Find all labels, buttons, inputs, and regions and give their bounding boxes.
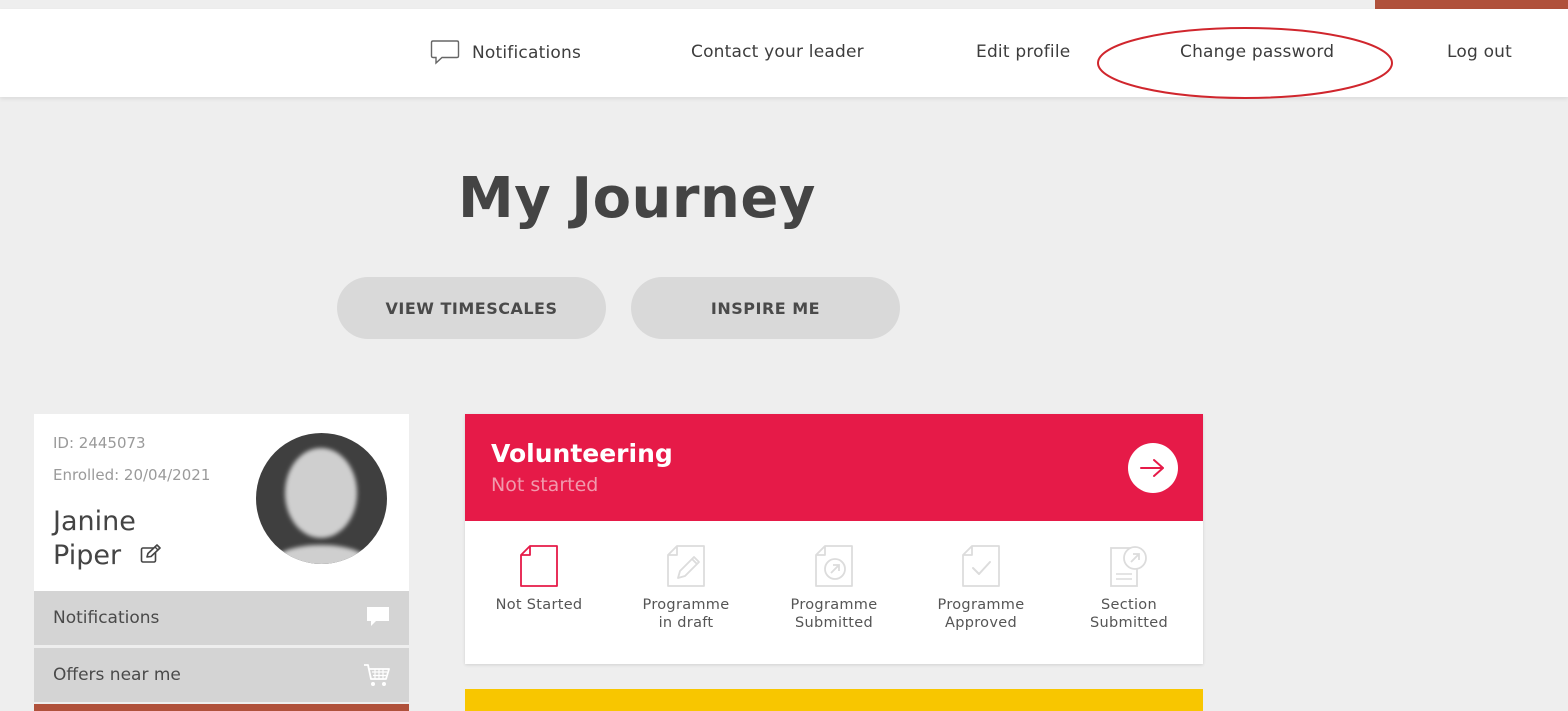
step-label-second-line: Approved	[945, 615, 1017, 631]
default-avatar-silhouette-icon	[275, 448, 367, 564]
profile-card: ID: 2445073 Enrolled: 20/04/2021 Janine …	[34, 414, 409, 591]
sidebar-item-label: Notifications	[53, 608, 160, 628]
page-title: My Journey	[458, 166, 816, 231]
annotation-ellipse	[1097, 27, 1393, 99]
nav-log-out-link[interactable]: Log out	[1447, 42, 1512, 62]
nav-edit-profile-link[interactable]: Edit profile	[976, 42, 1070, 62]
profile-last-name: Piper	[53, 540, 122, 571]
avatar[interactable]	[256, 433, 387, 564]
step-label-second-line: Submitted	[795, 615, 873, 631]
step-label-second-line: Submitted	[1090, 615, 1168, 631]
speech-bubble-icon	[430, 40, 460, 65]
section-header: Volunteering Not started	[465, 414, 1203, 521]
document-submit-icon	[815, 545, 853, 587]
profile-first-name: Janine	[53, 506, 136, 537]
volunteering-section-card: Volunteering Not started Not Started Pro…	[465, 414, 1203, 664]
section-status: Not started	[491, 474, 599, 496]
step-label: Section	[1101, 597, 1157, 613]
step-programme-approved: Programme Approved	[926, 544, 1036, 632]
document-check-icon	[962, 545, 1000, 587]
nav-notifications-link[interactable]: Notifications	[430, 39, 581, 66]
edit-pencil-icon[interactable]	[140, 544, 162, 564]
sidebar-item-next[interactable]	[34, 704, 409, 711]
step-programme-submitted: Programme Submitted	[779, 544, 889, 632]
profile-id: ID: 2445073	[53, 434, 146, 452]
accent-tab	[1375, 0, 1568, 9]
next-section-card[interactable]	[465, 689, 1203, 711]
arrow-right-icon	[1140, 459, 1164, 477]
sidebar-item-offers-near-me[interactable]: Offers near me	[34, 648, 409, 702]
sidebar-item-notifications[interactable]: Notifications	[34, 591, 409, 645]
document-edit-icon	[667, 545, 705, 587]
step-label: Programme	[790, 597, 878, 613]
section-submit-icon	[1110, 546, 1147, 587]
section-open-button[interactable]	[1128, 443, 1178, 493]
step-label: Programme	[642, 597, 730, 613]
section-title: Volunteering	[491, 439, 673, 468]
sidebar-item-label: Offers near me	[53, 665, 181, 685]
step-label-second-line: in draft	[658, 615, 714, 631]
view-timescales-button[interactable]: VIEW TIMESCALES	[337, 277, 606, 339]
top-navbar: Notifications Contact your leader Edit p…	[0, 9, 1568, 99]
step-programme-in-draft: Programme in draft	[631, 544, 741, 632]
document-icon	[520, 545, 558, 587]
nav-change-password-link[interactable]: Change password	[1180, 42, 1334, 62]
nav-notifications-label: Notifications	[472, 42, 581, 63]
shopping-cart-icon	[364, 664, 390, 686]
inspire-me-button[interactable]: INSPIRE ME	[631, 277, 900, 339]
step-not-started: Not Started	[484, 544, 594, 614]
top-strip	[0, 0, 1568, 9]
speech-bubble-icon	[367, 607, 389, 626]
profile-enrolled-date: Enrolled: 20/04/2021	[53, 466, 211, 484]
step-label: Not Started	[495, 597, 583, 613]
step-label: Programme	[937, 597, 1025, 613]
step-section-submitted: Section Submitted	[1074, 544, 1184, 632]
nav-contact-leader-link[interactable]: Contact your leader	[691, 42, 864, 62]
